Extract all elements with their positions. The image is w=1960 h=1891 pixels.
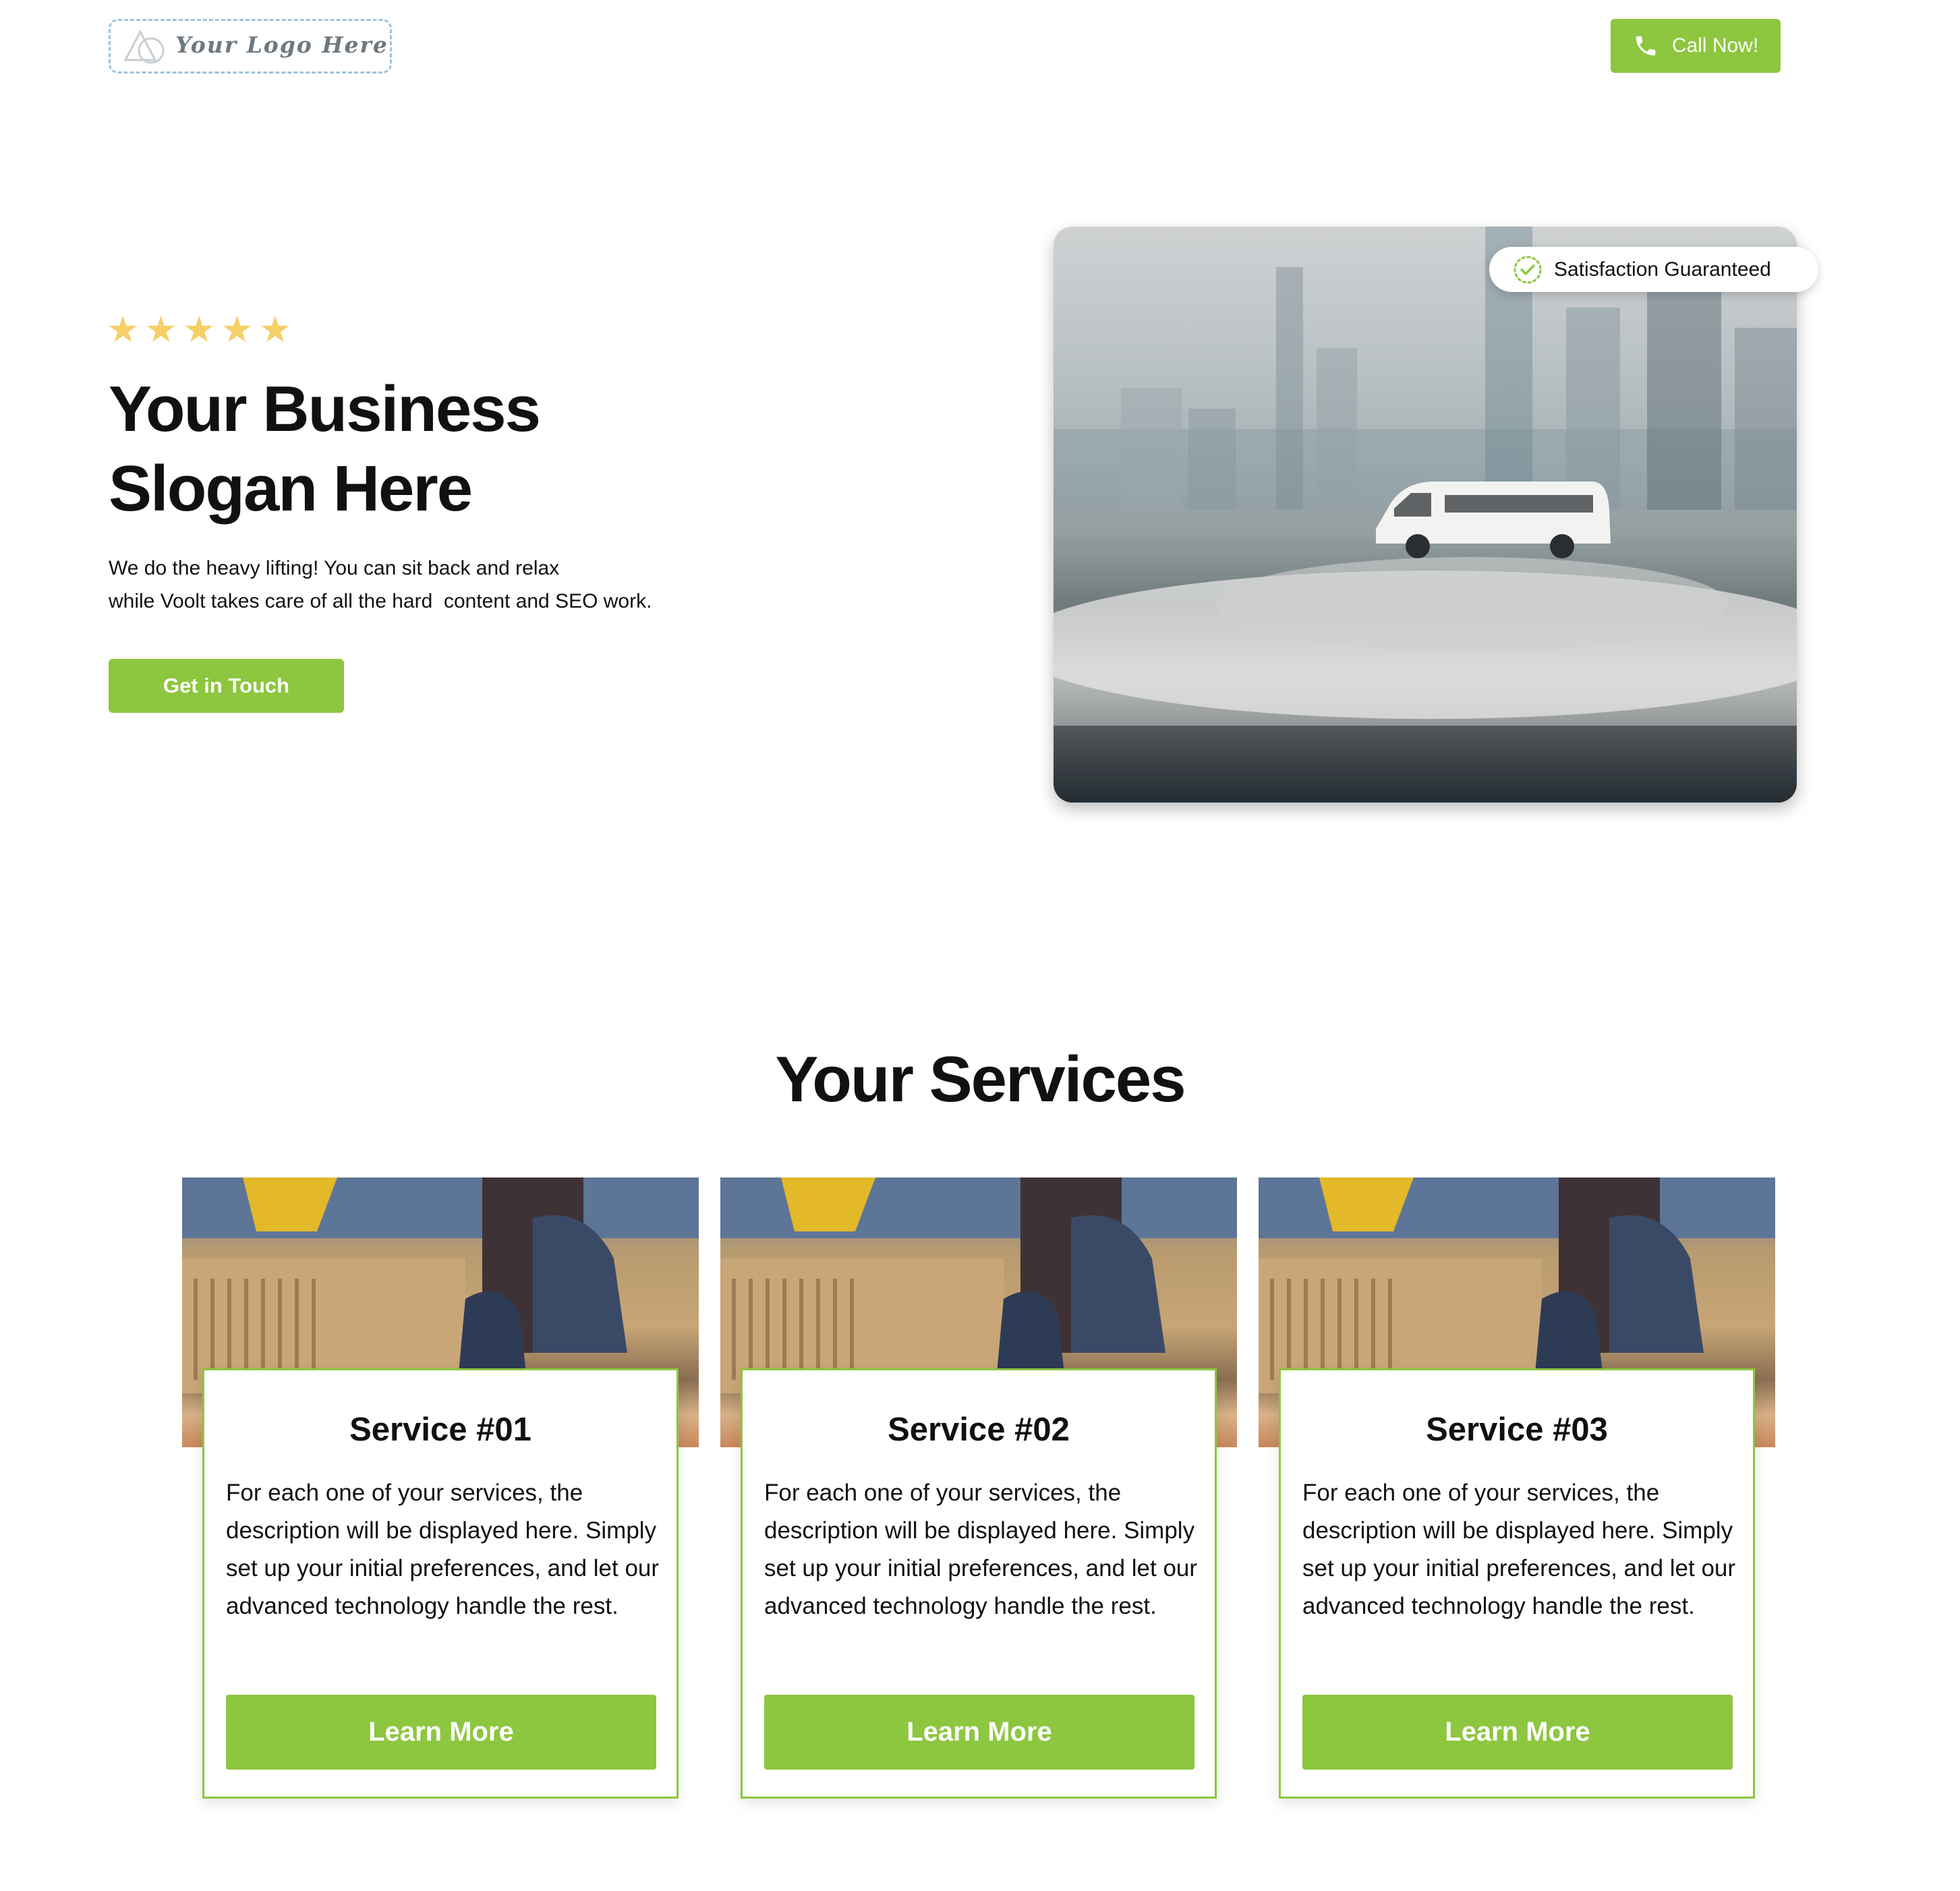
- learn-more-button[interactable]: Learn More: [1302, 1695, 1733, 1770]
- service-card: Service #01 For each one of your service…: [202, 1368, 679, 1799]
- hero-subtitle-line: We do the heavy lifting! You can sit bac…: [109, 557, 560, 579]
- learn-more-button[interactable]: Learn More: [226, 1695, 656, 1770]
- hero-title: Your Business Slogan Here: [109, 370, 716, 529]
- star-icon: ★: [107, 310, 140, 350]
- service-title: Service #02: [888, 1412, 1070, 1448]
- star-icon: ★: [258, 310, 292, 350]
- call-now-button[interactable]: Call Now!: [1611, 19, 1781, 73]
- service-description: For each one of your services, the descr…: [226, 1480, 660, 1619]
- badge-text: Satisfaction Guaranteed: [1554, 258, 1771, 281]
- rating-stars: ★ ★ ★ ★ ★: [107, 312, 291, 348]
- service-title: Service #03: [1426, 1412, 1608, 1448]
- service-description: For each one of your services, the descr…: [1302, 1480, 1736, 1619]
- hero-subtitle: We do the heavy lifting! You can sit bac…: [109, 552, 756, 618]
- hero-title-line: Your Business: [109, 373, 541, 445]
- logo[interactable]: Your Logo Here: [109, 19, 392, 74]
- service-description: For each one of your services, the descr…: [764, 1480, 1198, 1619]
- star-icon: ★: [182, 310, 216, 350]
- call-now-label: Call Now!: [1671, 34, 1759, 57]
- service-card: Service #02 For each one of your service…: [741, 1368, 1217, 1799]
- phone-icon: [1636, 36, 1656, 56]
- star-icon: ★: [221, 310, 254, 350]
- star-icon: ★: [144, 310, 177, 350]
- service-title: Service #01: [349, 1412, 531, 1448]
- satisfaction-badge: Satisfaction Guaranteed: [1489, 247, 1818, 292]
- check-badge-icon: [1514, 256, 1542, 283]
- logo-text: Your Logo Here: [175, 32, 388, 58]
- service-card: Service #03 For each one of your service…: [1279, 1368, 1755, 1799]
- get-in-touch-button[interactable]: Get in Touch: [109, 659, 344, 713]
- logo-shapes-icon: [123, 29, 165, 63]
- hero-subtitle-line: while Voolt takes care of all the hard c…: [109, 590, 652, 612]
- learn-more-button[interactable]: Learn More: [764, 1695, 1194, 1770]
- hero-image: [1054, 227, 1797, 803]
- hero-title-line: Slogan Here: [109, 453, 473, 525]
- services-title: Your Services: [775, 1043, 1186, 1115]
